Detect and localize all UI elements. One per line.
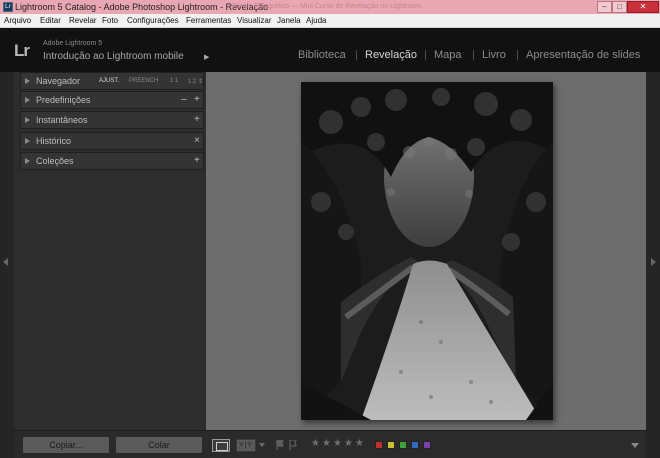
flag-pick-icon[interactable]: [276, 440, 284, 450]
menu-ajuda[interactable]: Ajuda: [306, 14, 326, 28]
panel-label: Navegador: [36, 76, 81, 86]
window-title-ghost-text: Fórum Fotográfico — Mini Curso de Revela…: [232, 3, 422, 10]
panel-label: Instantâneos: [36, 115, 88, 125]
zoom-1-1-option[interactable]: 1:1: [170, 78, 178, 84]
disclosure-triangle-icon: [25, 97, 30, 103]
lightroom-window: Lr Lightroom 5 Catalog - Adobe Photoshop…: [0, 0, 660, 458]
module-mapa[interactable]: Mapa: [434, 49, 462, 61]
toolbar-options-dropdown-icon[interactable]: [631, 443, 639, 448]
panel-label: Predefinições: [36, 95, 91, 105]
left-panel: Navegador AJUST. PREENCH 1:1 1:2 ⇕ Prede…: [14, 72, 206, 458]
product-name: Adobe Lightroom 5: [43, 40, 103, 47]
star-rating-3[interactable]: ★: [333, 438, 342, 449]
window-title: Lightroom 5 Catalog - Adobe Photoshop Li…: [15, 2, 269, 12]
color-label-red[interactable]: [375, 441, 383, 449]
clear-history-button[interactable]: ×: [194, 135, 200, 146]
photo-garden-path[interactable]: [301, 82, 553, 420]
panel-label: Coleções: [36, 156, 74, 166]
module-separator: |: [516, 49, 519, 61]
app-icon: Lr: [3, 2, 13, 12]
menu-ferramentas[interactable]: Ferramentas: [186, 14, 231, 28]
color-label-yellow[interactable]: [387, 441, 395, 449]
menu-visualizar[interactable]: Visualizar: [237, 14, 272, 28]
menu-editar[interactable]: Editar: [40, 14, 61, 28]
image-canvas[interactable]: [206, 72, 646, 430]
before-after-dropdown-icon[interactable]: [259, 443, 265, 447]
zoom-1-2-option[interactable]: 1:2 ⇕: [188, 78, 203, 85]
star-rating-2[interactable]: ★: [322, 438, 331, 449]
menu-revelar[interactable]: Revelar: [69, 14, 97, 28]
module-separator: |: [424, 49, 427, 61]
disclosure-triangle-icon: [25, 78, 30, 84]
module-apresentacao[interactable]: Apresentação de slides: [526, 49, 640, 61]
zoom-fill-option[interactable]: PREENCH: [129, 78, 158, 84]
panel-navegador[interactable]: Navegador AJUST. PREENCH 1:1 1:2 ⇕: [20, 72, 204, 90]
right-panel-toggle[interactable]: [646, 72, 660, 458]
develop-toolbar: Y|Y ★ ★ ★ ★ ★: [206, 430, 646, 458]
collapse-left-icon: [3, 258, 8, 266]
zoom-fit-option[interactable]: AJUST.: [99, 78, 119, 84]
star-rating-1[interactable]: ★: [311, 438, 320, 449]
panel-colecoes[interactable]: Coleções +: [20, 152, 204, 170]
menu-janela[interactable]: Janela: [277, 14, 301, 28]
panel-historico[interactable]: Histórico ×: [20, 132, 204, 150]
paste-settings-button[interactable]: Colar: [115, 436, 203, 454]
color-label-blue[interactable]: [411, 441, 419, 449]
remove-preset-button[interactable]: –: [181, 94, 187, 105]
headline-arrow-icon[interactable]: ▶: [204, 53, 209, 61]
garden-path-image: [301, 82, 553, 420]
panel-instantaneos[interactable]: Instantâneos +: [20, 111, 204, 129]
module-livro[interactable]: Livro: [482, 49, 506, 61]
module-revelacao[interactable]: Revelação: [365, 49, 417, 61]
color-label-purple[interactable]: [423, 441, 431, 449]
module-biblioteca[interactable]: Biblioteca: [298, 49, 346, 61]
left-panel-toggle[interactable]: [0, 72, 14, 458]
add-snapshot-button[interactable]: +: [194, 114, 200, 125]
identity-bar: Lr Adobe Lightroom 5 Introdução ao Light…: [0, 28, 660, 72]
left-panel-footer: Copiar... Colar: [14, 430, 206, 458]
add-preset-button[interactable]: +: [194, 94, 200, 105]
close-window-button[interactable]: ✕: [627, 1, 659, 13]
maximize-button[interactable]: □: [612, 1, 627, 13]
before-after-button[interactable]: Y|Y: [236, 439, 256, 452]
loupe-view-button[interactable]: [212, 439, 230, 452]
flag-reject-icon[interactable]: [289, 440, 297, 450]
minimize-button[interactable]: ‒: [597, 1, 612, 13]
panel-label: Histórico: [36, 136, 72, 146]
activity-headline[interactable]: Introdução ao Lightroom mobile: [43, 51, 184, 62]
color-label-green[interactable]: [399, 441, 407, 449]
menu-configuracoes[interactable]: Configurações: [127, 14, 179, 28]
star-rating-5[interactable]: ★: [355, 438, 364, 449]
disclosure-triangle-icon: [25, 117, 30, 123]
module-separator: |: [355, 49, 358, 61]
disclosure-triangle-icon: [25, 138, 30, 144]
add-collection-button[interactable]: +: [194, 155, 200, 166]
expand-right-icon: [651, 258, 656, 266]
menu-foto[interactable]: Foto: [102, 14, 118, 28]
menu-arquivo[interactable]: Arquivo: [4, 14, 31, 28]
copy-settings-button[interactable]: Copiar...: [22, 436, 110, 454]
window-title-bar: Lr Lightroom 5 Catalog - Adobe Photoshop…: [0, 0, 660, 14]
panel-predefinicoes[interactable]: Predefinições – +: [20, 91, 204, 109]
module-separator: |: [472, 49, 475, 61]
menu-bar: Arquivo Editar Revelar Foto Configuraçõe…: [0, 14, 660, 28]
disclosure-triangle-icon: [25, 158, 30, 164]
star-rating-4[interactable]: ★: [344, 438, 353, 449]
lightroom-logo: Lr: [14, 41, 30, 60]
